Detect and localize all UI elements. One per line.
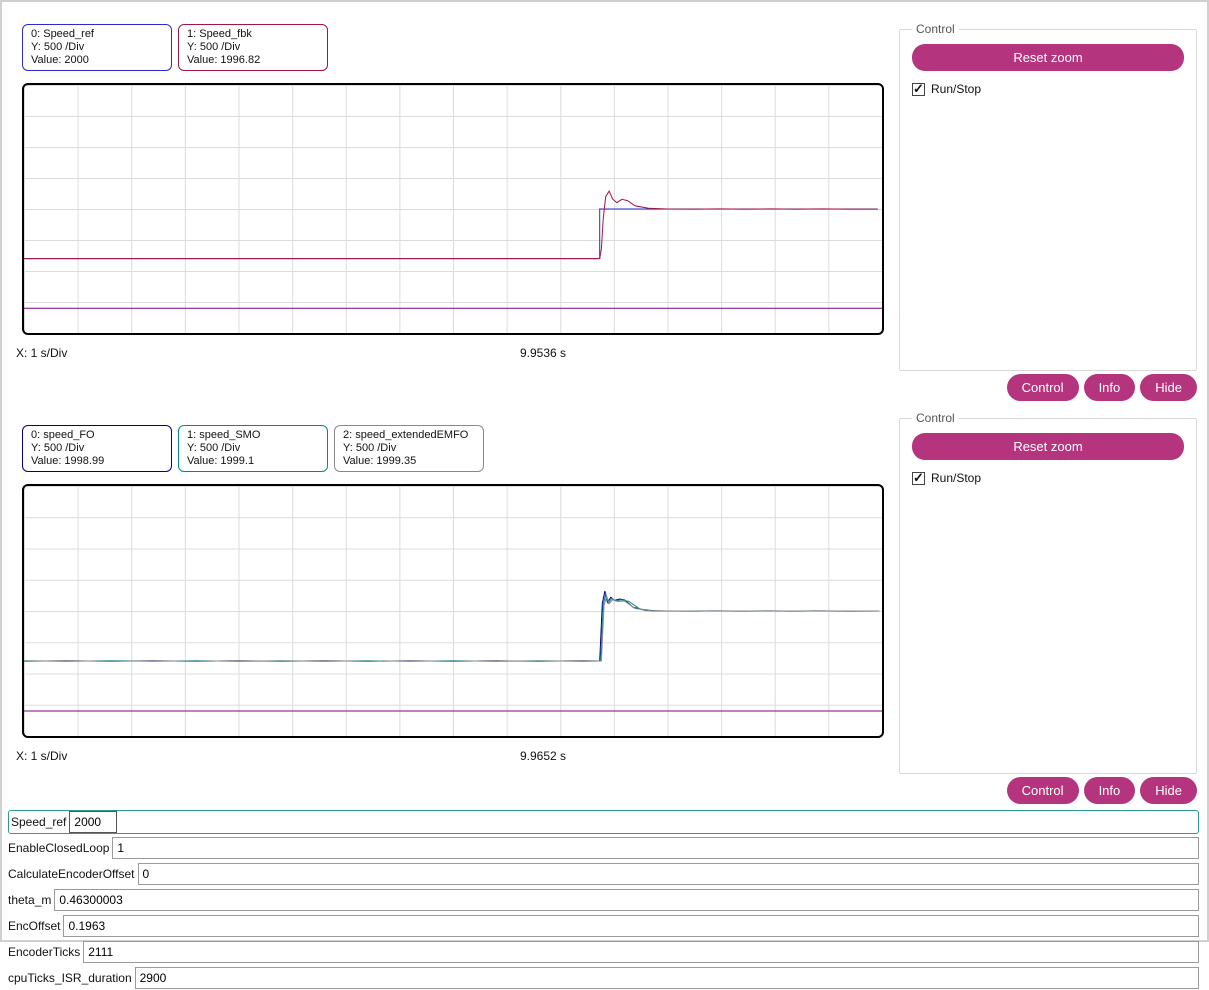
reset-zoom-button[interactable]: Reset zoom [912, 44, 1184, 71]
legend-signal-name: 1: Speed_fbk [187, 28, 252, 40]
param-label: EncOffset [8, 919, 61, 933]
legend-y-div: Y: 500 /Div [343, 442, 397, 454]
legend-value: Value: 1999.1 [187, 455, 255, 467]
param-label: cpuTicks_ISR_duration [8, 971, 132, 985]
scope-1-legends: 0: Speed_ref Y: 500 /Div Value: 2000 1: … [22, 24, 897, 71]
control-groupbox: Control Reset zoom Run/Stop [899, 411, 1197, 774]
legend-speed-fbk[interactable]: 1: Speed_fbk Y: 500 /Div Value: 1996.82 [178, 24, 328, 71]
param-input-enc-offset[interactable] [63, 915, 1199, 937]
control-groupbox-title: Control [916, 411, 955, 425]
run-stop-row: Run/Stop [912, 81, 1184, 97]
legend-speed-fo[interactable]: 0: speed_FO Y: 500 /Div Value: 1998.99 [22, 425, 172, 472]
legend-signal-name: 0: Speed_ref [31, 28, 94, 40]
control-button[interactable]: Control [1006, 777, 1079, 804]
legend-y-div: Y: 500 /Div [187, 41, 241, 53]
legend-speed-ref[interactable]: 0: Speed_ref Y: 500 /Div Value: 2000 [22, 24, 172, 71]
param-input-cputicks-isr-duration[interactable] [134, 967, 1199, 989]
scope-1-footer-buttons: Control Info Hide [897, 371, 1199, 401]
run-stop-checkbox[interactable] [912, 470, 925, 486]
param-row-calculate-encoder-offset: CalculateEncoderOffset [8, 862, 1199, 886]
control-groupbox-title: Control [916, 22, 955, 36]
app-window: { "theme": { "accent": "#b5347e", "focus… [0, 0, 1209, 989]
current-time-label: 9.9652 s [519, 749, 567, 763]
scope-2-x-axis-row: X: 1 s/Div 9.9652 s [12, 738, 897, 774]
legend-y-div: Y: 500 /Div [31, 41, 85, 53]
param-label: CalculateEncoderOffset [8, 867, 135, 881]
legend-value: Value: 2000 [31, 54, 89, 66]
param-row-theta-m: theta_m [8, 888, 1199, 912]
param-label: EnableClosedLoop [8, 841, 110, 855]
param-row-enable-closed-loop: EnableClosedLoop [8, 836, 1199, 860]
x-div-label: X: 1 s/Div [16, 749, 68, 763]
legend-value: Value: 1996.82 [187, 54, 261, 66]
legend-value: Value: 1998.99 [31, 455, 105, 467]
param-input-encoder-ticks[interactable] [83, 941, 1199, 963]
param-row-speed-ref: Speed_ref [8, 810, 1199, 834]
param-input-calculate-encoder-offset[interactable] [137, 863, 1199, 885]
scope-1-control-panel: Control Reset zoom Run/Stop [897, 12, 1199, 371]
legend-speed-smo[interactable]: 1: speed_SMO Y: 500 /Div Value: 1999.1 [178, 425, 328, 472]
scope-1: 0: Speed_ref Y: 500 /Div Value: 2000 1: … [12, 12, 897, 371]
param-label: EncoderTicks [8, 945, 81, 959]
current-time-label: 9.9536 s [519, 346, 567, 360]
param-input-enable-closed-loop[interactable] [112, 837, 1199, 859]
scope-1-x-axis-row: X: 1 s/Div 9.9536 s [12, 335, 897, 371]
scope-2-legends: 0: speed_FO Y: 500 /Div Value: 1998.99 1… [22, 425, 897, 472]
scope-2: 0: speed_FO Y: 500 /Div Value: 1998.99 1… [12, 401, 897, 774]
scope-1-traces [24, 190, 882, 309]
param-input-speed-ref[interactable] [69, 811, 118, 833]
hide-button[interactable]: Hide [1140, 777, 1197, 804]
run-stop-checkbox[interactable] [912, 81, 925, 97]
control-groupbox: Control Reset zoom Run/Stop [899, 22, 1197, 371]
legend-signal-name: 2: speed_extendedEMFO [343, 429, 469, 441]
param-input-theta-m[interactable] [54, 889, 1199, 911]
info-button[interactable]: Info [1083, 374, 1136, 401]
scope-2-traces [24, 590, 882, 712]
scope-2-plot-area[interactable] [22, 484, 884, 738]
param-row-enc-offset: EncOffset [8, 914, 1199, 938]
scope-2-control-panel: Control Reset zoom Run/Stop [897, 401, 1199, 774]
legend-value: Value: 1999.35 [343, 455, 417, 467]
param-label: theta_m [8, 893, 52, 907]
param-row-cputicks-isr-duration: cpuTicks_ISR_duration [8, 966, 1199, 990]
legend-speed-extended-emfo[interactable]: 2: speed_extendedEMFO Y: 500 /Div Value:… [334, 425, 484, 472]
info-button[interactable]: Info [1083, 777, 1136, 804]
run-stop-label: Run/Stop [931, 82, 982, 96]
control-button[interactable]: Control [1006, 374, 1079, 401]
hide-button[interactable]: Hide [1140, 374, 1197, 401]
reset-zoom-button[interactable]: Reset zoom [912, 433, 1184, 460]
legend-signal-name: 0: speed_FO [31, 429, 95, 441]
legend-y-div: Y: 500 /Div [187, 442, 241, 454]
param-label: Speed_ref [11, 815, 67, 829]
legend-signal-name: 1: speed_SMO [187, 429, 261, 441]
run-stop-label: Run/Stop [931, 471, 982, 485]
scope-2-footer-buttons: Control Info Hide [897, 774, 1199, 804]
run-stop-row: Run/Stop [912, 470, 1184, 486]
scope-1-plot-area[interactable] [22, 83, 884, 335]
legend-y-div: Y: 500 /Div [31, 442, 85, 454]
parameter-list: Speed_ref EnableClosedLoop CalculateEnco… [2, 810, 1207, 990]
x-div-label: X: 1 s/Div [16, 346, 68, 360]
param-row-encoder-ticks: EncoderTicks [8, 940, 1199, 964]
main-layout: 0: Speed_ref Y: 500 /Div Value: 2000 1: … [2, 2, 1207, 804]
